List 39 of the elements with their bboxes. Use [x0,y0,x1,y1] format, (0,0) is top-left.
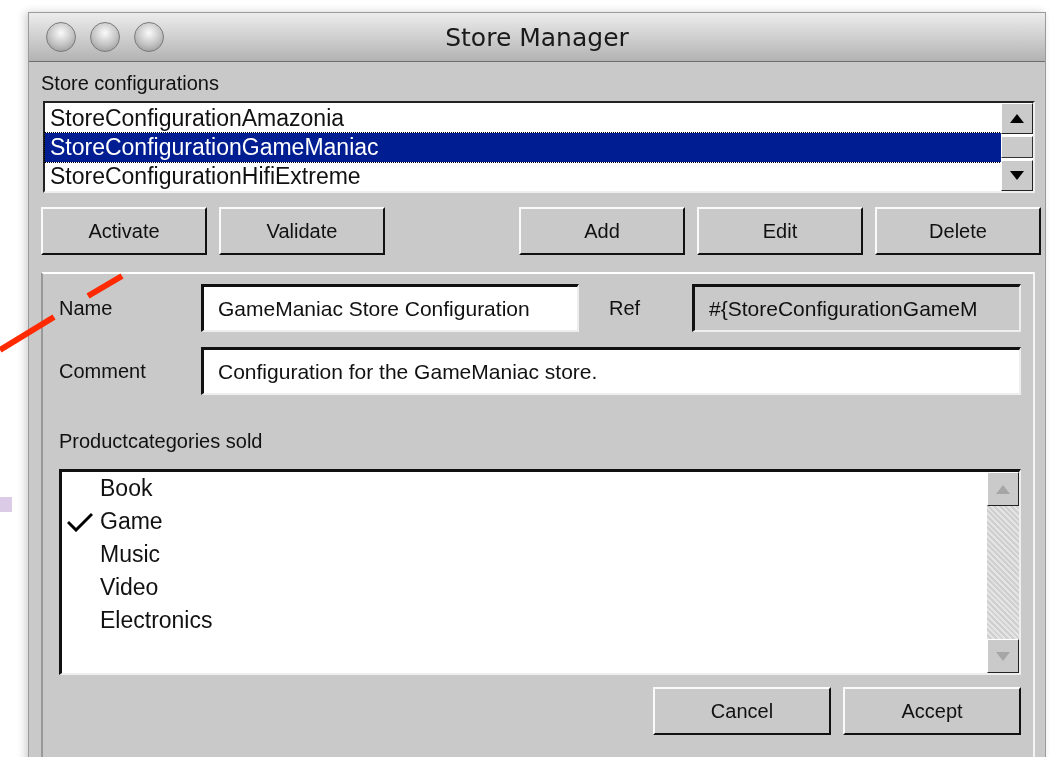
scroll-down-button[interactable] [987,639,1019,673]
name-field[interactable]: GameManiac Store Configuration [201,284,579,332]
scroll-up-button[interactable] [987,472,1019,506]
category-item[interactable]: Electronics [100,607,213,634]
window-control-button[interactable] [46,22,76,52]
window-control-button[interactable] [134,22,164,52]
category-item[interactable]: Book [100,475,153,502]
marker-square [0,497,12,512]
up-arrow-icon [1010,114,1024,124]
section-label: Store configurations [41,72,220,95]
window-title: Store Manager [445,22,629,52]
section-label: Productcategories sold [59,430,264,453]
annotation-line [86,273,124,299]
field-label: Name [59,296,114,320]
down-arrow-icon [1010,170,1024,180]
dialog-button[interactable]: Accept [843,687,1021,735]
action-button[interactable]: Delete [875,207,1041,255]
action-button[interactable]: Activate [41,207,207,255]
category-item[interactable]: Video [100,574,159,601]
field-label: Ref [608,296,642,320]
action-button[interactable]: Add [519,207,685,255]
annotation-line [0,314,56,353]
down-arrow-icon [996,651,1010,661]
scroll-thumb[interactable] [1001,136,1033,158]
list-item[interactable]: StoreConfigurationHifiExtreme [45,162,1001,191]
scroll-up-button[interactable] [1001,103,1033,135]
action-button[interactable]: Edit [697,207,863,255]
window-control-button[interactable] [90,22,120,52]
field-label: Comment [59,359,147,383]
list-item[interactable]: StoreConfigurationGameManiac [45,133,1001,162]
scroll-down-button[interactable] [1001,159,1033,191]
check-icon [67,511,93,532]
list-item[interactable]: StoreConfigurationAmazonia [45,104,1001,133]
up-arrow-icon [996,484,1010,494]
category-item[interactable]: Music [100,541,161,568]
category-item[interactable]: Game [100,508,163,535]
dialog-button[interactable]: Cancel [653,687,831,735]
action-button[interactable]: Validate [219,207,385,255]
comment-field[interactable]: Configuration for the GameManiac store. [201,347,1021,395]
